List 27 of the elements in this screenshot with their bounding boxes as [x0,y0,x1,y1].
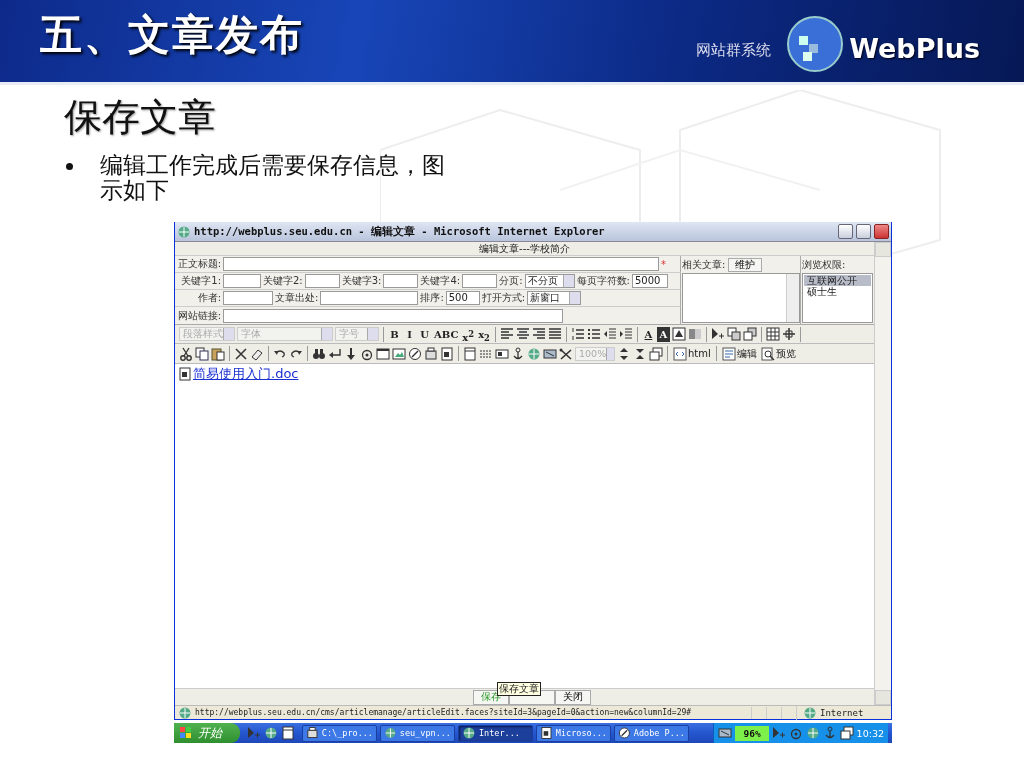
bullet-text: 编辑工作完成后需要保存信息，图示如下 [100,153,446,203]
field-label: 关键字4: [420,274,461,288]
slide-title: 五、文章发布 [40,9,305,61]
battery-meter: 96% [735,725,769,741]
field-label: 打开方式: [481,291,526,305]
field-label: 网站链接: [176,308,221,323]
tooltip: 保存文章 [497,682,541,696]
zone-label: Internet [820,707,864,718]
brand-name: WebPlus [849,32,980,64]
field-label: 关键字2: [263,274,303,288]
field-label: 排序: [420,291,444,305]
form-caption: 编辑文章---学校简介 [175,242,874,256]
field-label: 每页字符数: [576,274,630,288]
field-label: 分页: [499,274,523,288]
brand-tagline: 网站群系统 [696,40,772,60]
status-url: http://webplus.seu.edu.cn/cms/articlemanage/articleEdit.faces?siteId=3&pageId=0&action=new&columnId=29# [195,708,693,717]
field-label: 正文标题: [176,257,221,271]
field-label: 关键字1: [180,274,221,288]
field-label: 关键字3: [341,274,382,288]
field-label: 相关文章: [682,257,726,272]
field-label: 文章出处: [275,291,319,305]
window-title: http://webplus.seu.edu.cn - 编辑文章 - Microsoft Internet Explorer [194,224,606,239]
field-label: 浏览权限: [802,257,846,272]
field-label: 作者: [196,291,221,305]
required-mark: * [661,258,666,270]
clock: 10:32 [856,727,884,739]
slide-heading: 保存文章 [64,94,217,141]
